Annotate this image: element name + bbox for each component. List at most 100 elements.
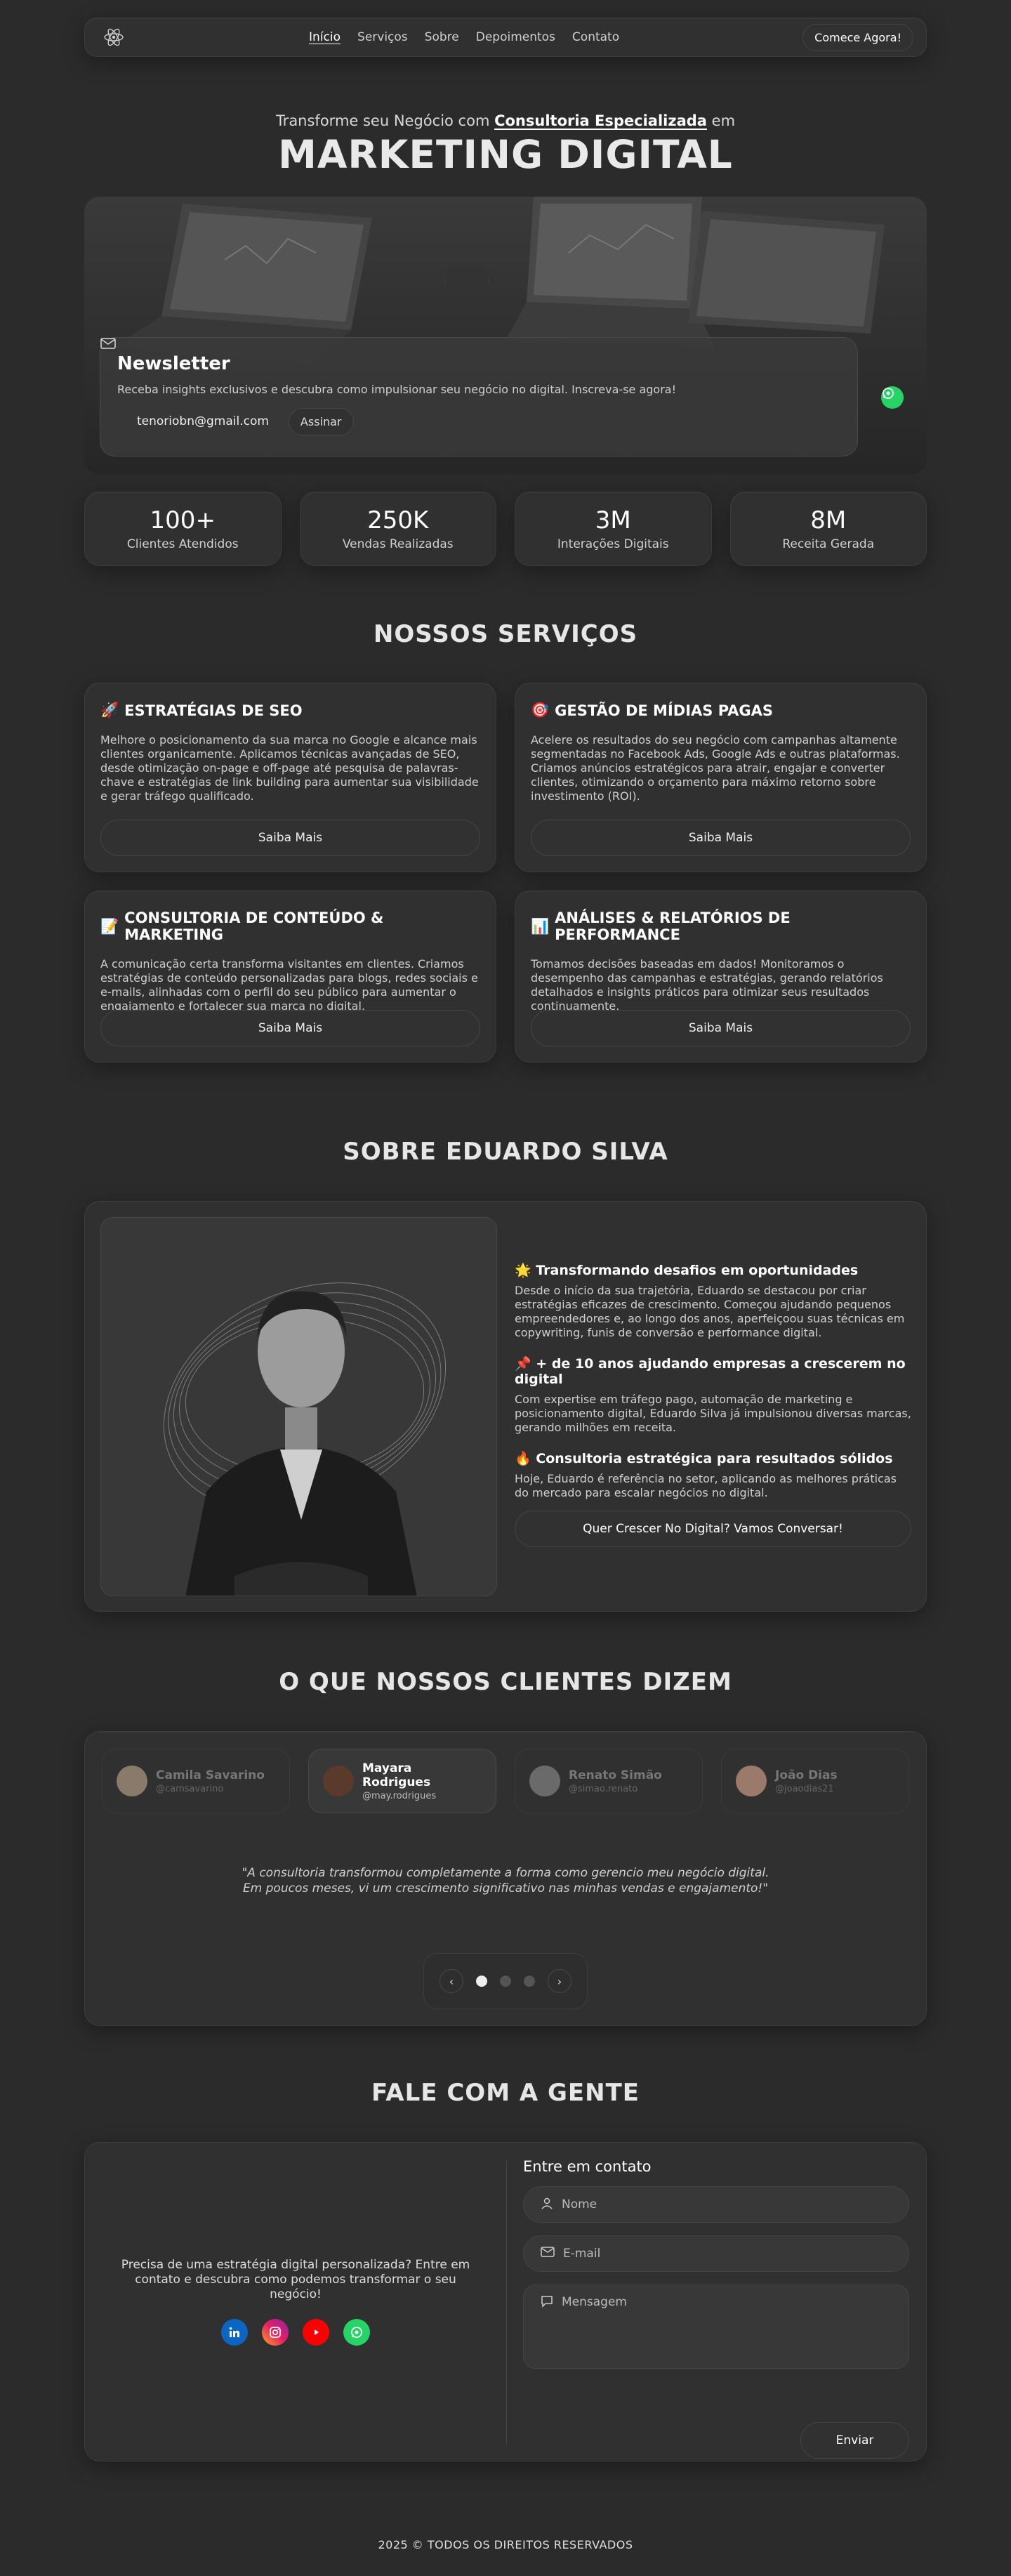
stat-card: 3M Interações Digitais: [515, 492, 712, 566]
contact-description: Precisa de uma estratégia digital person…: [121, 2258, 470, 2301]
pin-icon: 📌: [515, 1356, 531, 1372]
client-handle: @camsavarino: [156, 1783, 224, 1794]
hero-banner: Newsletter Receba insights exclusivos e …: [84, 197, 927, 474]
star-icon: 🌟: [515, 1263, 531, 1278]
carousel-dot[interactable]: [500, 1976, 511, 1987]
linkedin-icon[interactable]: [221, 2319, 248, 2346]
stat-value: 3M: [595, 506, 631, 534]
learn-more-button[interactable]: Saiba Mais: [531, 820, 911, 856]
stat-card: 250K Vendas Realizadas: [299, 492, 496, 566]
nav-link-depoimentos[interactable]: Depoimentos: [476, 30, 555, 44]
avatar: [117, 1766, 147, 1796]
client-name: João Dias: [775, 1768, 838, 1782]
nav-link-inicio[interactable]: Início: [309, 30, 341, 44]
testimonial-tab-joao[interactable]: João Dias @joaodias21: [721, 1749, 909, 1813]
stat-value: 100+: [150, 506, 216, 534]
client-name: Renato Simão: [569, 1768, 662, 1782]
footer-copyright: 2025 © TODOS OS DIREITOS RESERVADOS: [378, 2538, 633, 2551]
user-icon: [541, 2197, 553, 2213]
newsletter-description: Receba insights exclusivos e descubra co…: [117, 383, 676, 396]
service-card-paid-media: 🎯 GESTÃO DE MÍDIAS PAGAS Acelere os resul…: [515, 683, 927, 872]
services-grid: 🚀 ESTRATÉGIAS DE SEO Melhore o posicionam…: [84, 683, 927, 1063]
about-text: 🌟 Transformando desafios em oportunidade…: [515, 1262, 911, 1500]
carousel-controls: ‹ ›: [423, 1953, 588, 2009]
atom-logo-icon[interactable]: [102, 25, 126, 49]
about-title: SOBRE EDUARDO SILVA: [343, 1138, 668, 1166]
service-title: ESTRATÉGIAS DE SEO: [124, 702, 303, 719]
rocket-icon: 🚀: [100, 702, 119, 718]
service-description: A comunicação certa transforma visitante…: [100, 957, 478, 1013]
service-title: ANÁLISES & RELATÓRIOS DE PERFORMANCE: [555, 909, 791, 943]
hero-subtitle: Transforme seu Negócio com Consultoria E…: [84, 112, 927, 129]
avatar: [736, 1766, 767, 1796]
social-links: [221, 2319, 370, 2346]
learn-more-button[interactable]: Saiba Mais: [531, 1010, 911, 1046]
nav-link-contato[interactable]: Contato: [572, 30, 619, 44]
service-card-seo: 🚀 ESTRATÉGIAS DE SEO Melhore o posicionam…: [84, 683, 496, 872]
testimonial-tab-mayara[interactable]: Mayara Rodrigues @may.rodrigues: [308, 1749, 496, 1813]
stat-label: Clientes Atendidos: [126, 537, 239, 551]
service-description: Melhore o posicionamento da sua marca no…: [100, 733, 479, 803]
stat-card: 100+ Clientes Atendidos: [84, 492, 282, 566]
memo-icon: 📝: [100, 917, 119, 935]
testimonials-title: O QUE NOSSOS CLIENTES DIZEM: [279, 1668, 732, 1696]
stat-value: 8M: [810, 506, 847, 534]
send-button[interactable]: Enviar: [800, 2422, 909, 2459]
client-name: Camila Savarino: [156, 1768, 265, 1782]
divider: [506, 2160, 507, 2444]
whatsapp-icon[interactable]: [343, 2319, 370, 2346]
start-now-button[interactable]: Comece Agora!: [802, 23, 913, 51]
nav-link-servicos[interactable]: Serviços: [357, 30, 408, 44]
client-name: Mayara Rodrigues: [362, 1761, 431, 1789]
message-placeholder: Mensagem: [562, 2295, 627, 2309]
testimonial-tab-camila[interactable]: Camila Savarino @camsavarino: [102, 1749, 290, 1813]
avatar: [323, 1766, 354, 1796]
client-handle: @may.rodrigues: [362, 1790, 437, 1801]
services-title: NOSSOS SERVIÇOS: [373, 620, 638, 648]
hero-title: MARKETING DIGITAL: [278, 132, 733, 177]
bar-chart-icon: 📊: [531, 917, 550, 935]
chevron-right-icon[interactable]: ›: [548, 1969, 571, 1993]
newsletter-card: Newsletter Receba insights exclusivos e …: [100, 337, 858, 456]
hero-subtitle-prefix: Transforme seu Negócio com: [275, 112, 490, 129]
about-heading: 🔥 Consultoria estratégica para resultado…: [515, 1451, 893, 1466]
email-field[interactable]: E-mail: [523, 2235, 909, 2272]
instagram-icon[interactable]: [262, 2319, 289, 2346]
hero-subtitle-suffix: em: [711, 112, 736, 129]
about-card: 🌟 Transformando desafios em oportunidade…: [84, 1201, 927, 1612]
message-icon: [541, 2295, 553, 2311]
carousel-dot[interactable]: [524, 1976, 535, 1987]
learn-more-button[interactable]: Saiba Mais: [100, 1010, 480, 1046]
form-title: Entre em contato: [523, 2158, 652, 2175]
eduardo-photo: [100, 1217, 497, 1596]
client-handle: @joaodias21: [775, 1783, 834, 1794]
service-card-analytics: 📊 ANÁLISES & RELATÓRIOS DE PERFORMANCE To…: [515, 891, 927, 1063]
avatar: [529, 1766, 560, 1796]
subscribe-button[interactable]: Assinar: [288, 407, 354, 435]
newsletter-email-input[interactable]: tenoriobn@gmail.com: [100, 338, 280, 435]
stats-row: 100+ Clientes Atendidos 250K Vendas Realiz…: [84, 492, 927, 566]
testimonials-card: Camila Savarino @camsavarino Mayara Rodri…: [84, 1731, 927, 2026]
testimonial-tab-renato[interactable]: Renato Simão @simao.renato: [515, 1749, 703, 1813]
name-field[interactable]: Nome: [523, 2186, 909, 2223]
about-paragraph: Desde o início da sua trajetória, Eduard…: [515, 1284, 905, 1339]
message-field[interactable]: Mensagem: [523, 2285, 909, 2369]
email-placeholder: E-mail: [563, 2247, 601, 2261]
youtube-icon[interactable]: [303, 2319, 329, 2346]
whatsapp-icon[interactable]: [881, 386, 904, 409]
nav-link-sobre[interactable]: Sobre: [425, 30, 459, 44]
newsletter-email-value: tenoriobn@gmail.com: [137, 414, 269, 428]
carousel-dot[interactable]: [476, 1976, 487, 1987]
stat-label: Vendas Realizadas: [342, 537, 454, 551]
name-placeholder: Nome: [562, 2197, 597, 2212]
stat-label: Receita Gerada: [782, 537, 875, 551]
chevron-left-icon[interactable]: ‹: [440, 1969, 463, 1993]
about-paragraph: Com expertise em tráfego pago, automação…: [515, 1393, 911, 1434]
service-description: Tomamos decisões baseadas em dados! Moni…: [531, 957, 883, 1013]
contact-title: FALE COM A GENTE: [371, 2079, 640, 2107]
stat-label: Interações Digitais: [557, 537, 669, 551]
navbar: Início Serviços Sobre Depoimentos Contat…: [84, 18, 927, 57]
learn-more-button[interactable]: Saiba Mais: [100, 820, 480, 856]
about-heading: 📌 + de 10 anos ajudando empresas a cresc…: [515, 1356, 906, 1387]
lets-talk-button[interactable]: Quer Crescer No Digital? Vamos Conversar…: [515, 1511, 911, 1547]
